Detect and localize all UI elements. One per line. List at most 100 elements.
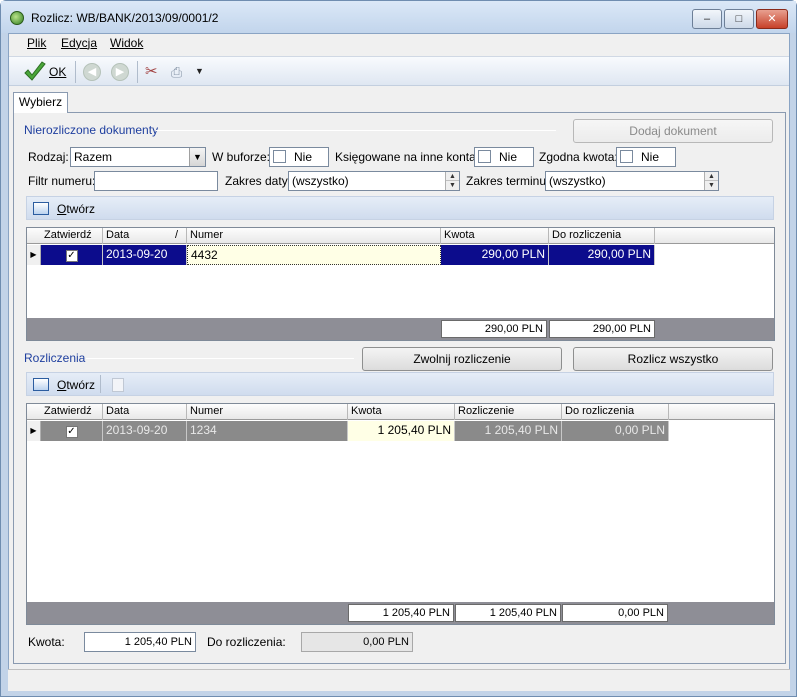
ok-check-icon[interactable] [23, 60, 47, 84]
row-indicator-icon: ▶ [27, 421, 41, 441]
ok-button[interactable]: OK [49, 65, 66, 79]
w-buforze-value: Nie [294, 150, 313, 164]
spin-down-icon[interactable]: ▼ [446, 181, 459, 190]
settle-all-button[interactable]: Rozlicz wszystko [573, 347, 773, 371]
row-checkbox[interactable]: ✓ [65, 426, 78, 438]
footer-amount: 290,00 PLN [441, 320, 547, 338]
grid-header: Zatwierdź Data / Numer Kwota Do rozliczen… [27, 228, 774, 244]
col-data[interactable]: Data / [103, 228, 187, 244]
row-amount: 290,00 PLN [441, 245, 549, 265]
window-client: Plik Edycja Widok OK ◀ ▶ ✂ ⎙ ▼ Wybierz N… [8, 33, 790, 691]
col-rozliczenie[interactable]: Rozliczenie [455, 404, 562, 420]
row-number[interactable]: 4432 [187, 245, 441, 265]
release-settlement-button[interactable]: Zwolnij rozliczenie [362, 347, 562, 371]
zakres-terminu-field[interactable]: (wszystko) ▲ ▼ [545, 171, 719, 191]
zakres-daty-field[interactable]: (wszystko) ▲ ▼ [288, 171, 460, 191]
zakres-terminu-value: (wszystko) [549, 174, 606, 188]
zakres-terminu-label: Zakres terminu: [466, 174, 550, 188]
status-bar [8, 669, 790, 691]
unsettled-open-button[interactable]: Otwórz [57, 202, 95, 216]
open-text: twórz [66, 202, 96, 216]
col-numer[interactable]: Numer [187, 404, 348, 420]
w-buforze-label: W buforze: [212, 150, 271, 164]
tab-wybierz[interactable]: Wybierz [13, 92, 68, 113]
settlements-open-button[interactable]: Otwórz [57, 378, 95, 392]
menu-plik[interactable]: Plik [27, 36, 46, 50]
sort-indicator-icon: / [174, 229, 178, 241]
toolbar: OK ◀ ▶ ✂ ⎙ ▼ [9, 56, 789, 86]
ksiegowane-field[interactable]: Nie [474, 147, 534, 167]
row-checkbox[interactable]: ✓ [65, 250, 78, 262]
edit-icon[interactable] [112, 378, 124, 392]
settlements-group-title: Rozliczenia [24, 351, 86, 365]
col-kwota[interactable]: Kwota [441, 228, 549, 244]
filtr-numeru-input[interactable] [94, 171, 218, 191]
table-row[interactable]: ▶ ✓ 2013-09-20 4432 290,00 PLN 290,00 PL… [27, 245, 774, 265]
tools-icon[interactable]: ✂ [145, 64, 163, 82]
grid-header: Zatwierdź Data Numer Kwota Rozliczenie D… [27, 404, 774, 420]
spin-down-icon[interactable]: ▼ [705, 181, 718, 190]
col-do-rozliczenia[interactable]: Do rozliczenia [562, 404, 669, 420]
footer-to-settle: 290,00 PLN [549, 320, 655, 338]
zakres-daty-spinner[interactable]: ▲ ▼ [445, 172, 459, 190]
w-buforze-checkbox[interactable] [273, 150, 286, 163]
open-icon[interactable] [33, 202, 49, 215]
row-checkbox-cell[interactable]: ✓ [41, 421, 103, 441]
table-row[interactable]: ▶ ✓ 2013-09-20 1234 1 205,40 PLN 1 205,4… [27, 421, 774, 441]
zgodna-value: Nie [641, 150, 660, 164]
back-icon[interactable]: ◀ [83, 63, 101, 81]
ksiegowane-label: Księgowane na inne konta: [335, 150, 480, 164]
zgodna-label: Zgodna kwota: [539, 150, 618, 164]
kwota-field[interactable]: 1 205,40 PLN [84, 632, 196, 652]
zakres-terminu-spinner[interactable]: ▲ ▼ [704, 172, 718, 190]
settlements-subtoolbar: Otwórz [26, 372, 774, 396]
open-icon[interactable] [33, 378, 49, 391]
w-buforze-field[interactable]: Nie [269, 147, 329, 167]
close-button[interactable]: ✕ [756, 9, 788, 29]
print-icon[interactable]: ⎙ [171, 64, 189, 82]
row-checkbox-cell[interactable]: ✓ [41, 245, 103, 265]
col-data[interactable]: Data [103, 404, 187, 420]
chevron-down-icon[interactable]: ▼ [189, 148, 205, 166]
add-document-button[interactable]: Dodaj dokument [573, 119, 773, 143]
footer-settlement: 1 205,40 PLN [455, 604, 561, 622]
col-zatwierdz[interactable]: Zatwierdź [41, 228, 103, 244]
kwota-label: Kwota: [28, 635, 65, 649]
toolbar-separator [75, 61, 76, 83]
settlement-window: Rozlicz: WB/BANK/2013/09/0001/2 ‒ □ ✕ Pl… [0, 0, 797, 697]
rodzaj-select[interactable]: Razem ▼ [70, 147, 206, 167]
footer-to-settle: 0,00 PLN [562, 604, 668, 622]
spin-up-icon[interactable]: ▲ [705, 172, 718, 181]
menu-widok[interactable]: Widok [110, 36, 143, 50]
maximize-button[interactable]: □ [724, 9, 754, 29]
ksiegowane-checkbox[interactable] [478, 150, 491, 163]
forward-icon[interactable]: ▶ [111, 63, 129, 81]
row-indicator-icon: ▶ [27, 245, 41, 265]
group-divider [86, 358, 354, 359]
open-accel: O [57, 378, 67, 392]
row-to-settle: 290,00 PLN [549, 245, 655, 265]
row-amount[interactable]: 1 205,40 PLN [348, 421, 455, 441]
zgodna-field[interactable]: Nie [616, 147, 676, 167]
col-do-rozliczenia[interactable]: Do rozliczenia [549, 228, 655, 244]
group-divider [156, 130, 556, 131]
col-data-label: Data [106, 229, 130, 241]
menu-bar: Plik Edycja Widok [9, 34, 789, 54]
spin-up-icon[interactable]: ▲ [446, 172, 459, 181]
grid-footer: 1 205,40 PLN 1 205,40 PLN 0,00 PLN [27, 602, 774, 624]
menu-edycja[interactable]: Edycja [61, 36, 97, 50]
toolbar-separator [100, 375, 101, 393]
zakres-daty-label: Zakres daty: [225, 174, 292, 188]
minimize-button[interactable]: ‒ [692, 9, 722, 29]
col-kwota[interactable]: Kwota [348, 404, 455, 420]
ksiegowane-value: Nie [499, 150, 518, 164]
footer-amount: 1 205,40 PLN [348, 604, 454, 622]
filtr-label: Filtr numeru: [28, 174, 96, 188]
open-accel: O [57, 202, 67, 216]
zgodna-checkbox[interactable] [620, 150, 633, 163]
zakres-daty-value: (wszystko) [292, 174, 349, 188]
dropdown-arrow-icon[interactable]: ▼ [195, 66, 204, 76]
col-numer[interactable]: Numer [187, 228, 441, 244]
title-bar[interactable]: Rozlicz: WB/BANK/2013/09/0001/2 ‒ □ ✕ [1, 1, 796, 33]
col-zatwierdz[interactable]: Zatwierdź [41, 404, 103, 420]
